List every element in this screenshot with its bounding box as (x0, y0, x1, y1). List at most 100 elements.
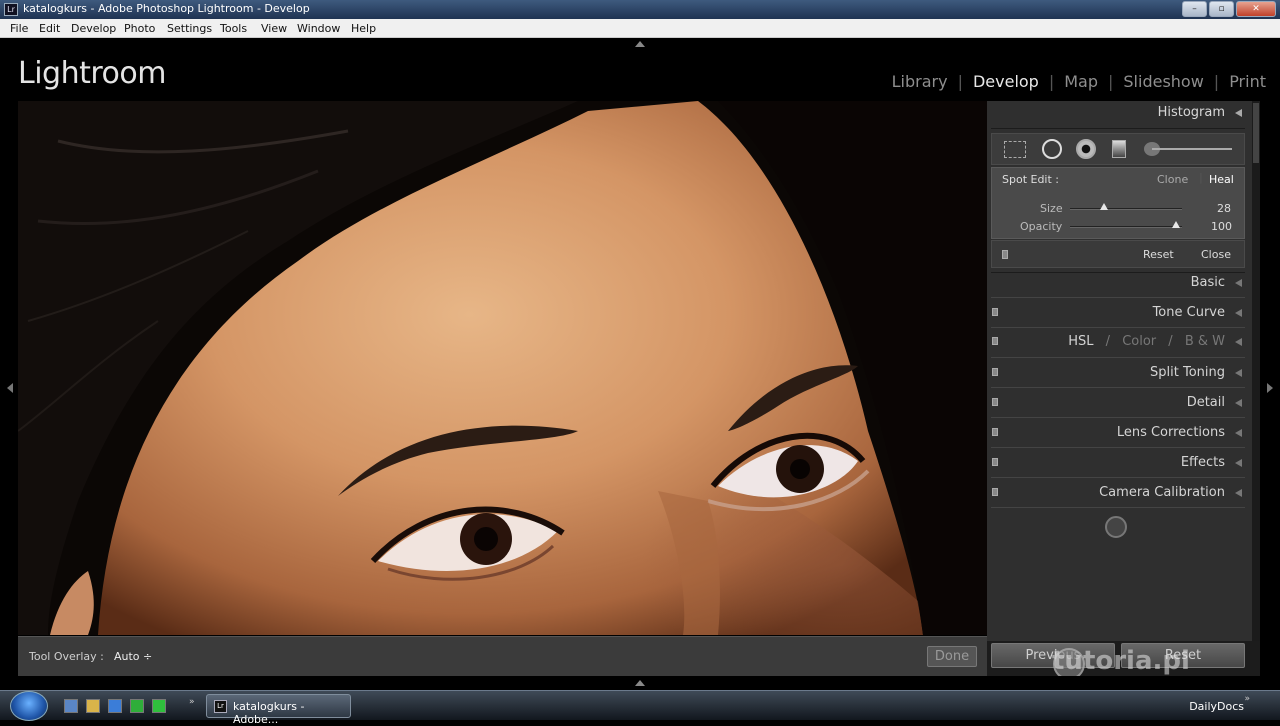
opacity-slider-track[interactable] (1070, 226, 1182, 228)
done-button[interactable]: Done (927, 646, 977, 667)
quicklaunch-more-icon[interactable]: » (189, 697, 195, 707)
panel-basic[interactable]: Basic (987, 270, 1252, 298)
size-label: Size (1040, 202, 1063, 215)
histogram-label: Histogram (1157, 105, 1225, 120)
tool-overlay-label: Tool Overlay : (29, 650, 104, 663)
panel-collapse-icon (1235, 108, 1242, 117)
panel-tone-curve[interactable]: Tone Curve (987, 300, 1252, 328)
red-eye-tool-icon[interactable] (1076, 139, 1096, 159)
bw-tab[interactable]: B & W (1185, 334, 1225, 349)
right-panel: Histogram Spot Edit : Clone | Heal Size … (987, 101, 1252, 641)
lightroom-app-icon: Lr (4, 3, 18, 16)
opacity-value[interactable]: 100 (1211, 220, 1232, 233)
panel-toggle-switch[interactable] (992, 428, 998, 436)
menu-tools[interactable]: Tools (220, 22, 247, 35)
menu-window[interactable]: Window (297, 22, 340, 35)
module-library[interactable]: Library (892, 72, 948, 91)
panel-toggle-switch[interactable] (992, 458, 998, 466)
menu-view[interactable]: View (261, 22, 287, 35)
tray-dailydocs[interactable]: DailyDocs (1189, 700, 1244, 713)
windows-taskbar: » Lr katalogkurs - Adobe... DailyDocs » (0, 690, 1280, 726)
start-button[interactable] (10, 691, 48, 721)
module-develop[interactable]: Develop (973, 72, 1039, 91)
heal-mode-button[interactable]: Heal (1209, 173, 1234, 186)
tool-overlay-select[interactable]: Auto ÷ (114, 650, 152, 663)
expand-filmstrip-icon[interactable] (635, 680, 645, 686)
close-window-button[interactable]: ✕ (1236, 1, 1276, 17)
photo-canvas[interactable] (18, 101, 987, 635)
module-print[interactable]: Print (1229, 72, 1266, 91)
window-title: katalogkurs - Adobe Photoshop Lightroom … (23, 2, 310, 15)
spot-removal-tool-icon[interactable] (1042, 139, 1062, 159)
collapse-left-panel-icon[interactable] (7, 383, 13, 393)
graduated-filter-icon[interactable] (1112, 140, 1126, 158)
word-icon[interactable] (108, 699, 122, 713)
tool-toggle-switch[interactable] (1002, 250, 1008, 259)
panel-split-toning[interactable]: Split Toning (987, 360, 1252, 388)
panel-lens-corrections[interactable]: Lens Corrections (987, 420, 1252, 448)
clone-mode-button[interactable]: Clone (1157, 173, 1188, 186)
module-map[interactable]: Map (1064, 72, 1098, 91)
panel-toggle-switch[interactable] (992, 488, 998, 496)
menu-help[interactable]: Help (351, 22, 376, 35)
panel-toggle-switch[interactable] (992, 337, 998, 345)
filmstrip-collapsed (0, 676, 1280, 690)
panel-collapse-icon (1235, 368, 1242, 377)
opacity-slider-knob[interactable] (1172, 221, 1181, 228)
panel-tone-curve-label: Tone Curve (1152, 305, 1225, 320)
crop-tool-icon[interactable] (1004, 141, 1026, 158)
panel-collapse-icon (1235, 337, 1242, 346)
spot-reset-button[interactable]: Reset (1143, 248, 1174, 261)
panel-effects[interactable]: Effects (987, 450, 1252, 478)
menu-edit[interactable]: Edit (39, 22, 60, 35)
panel-collapse-icon (1235, 488, 1242, 497)
panel-collapse-icon (1235, 308, 1242, 317)
panel-toggle-switch[interactable] (992, 398, 998, 406)
collapse-right-panel-icon[interactable] (1267, 383, 1273, 393)
spot-edit-footer: Reset Close (991, 240, 1245, 268)
scrollbar-thumb[interactable] (1253, 103, 1259, 163)
size-slider-knob[interactable] (1099, 203, 1108, 210)
menu-photo[interactable]: Photo (124, 22, 155, 35)
size-slider-track[interactable] (1070, 208, 1182, 210)
spot-close-button[interactable]: Close (1201, 248, 1231, 261)
module-header: Lightroom Library | Develop | Map | Slid… (0, 38, 1280, 101)
taskbar-item-lightroom[interactable]: Lr katalogkurs - Adobe... (206, 694, 351, 726)
portrait-photo (18, 101, 987, 635)
menu-file[interactable]: File (10, 22, 28, 35)
explorer-icon[interactable] (86, 699, 100, 713)
right-panel-scrollbar[interactable] (1252, 101, 1260, 641)
chat-app-icon[interactable] (152, 699, 166, 713)
panel-collapse-icon (1235, 428, 1242, 437)
collapse-top-panel-icon[interactable] (635, 41, 645, 47)
color-tab[interactable]: Color (1122, 334, 1156, 349)
panel-split-toning-label: Split Toning (1150, 365, 1225, 380)
tray-expand-icon[interactable]: » (1244, 694, 1250, 704)
panel-collapse-icon (1235, 398, 1242, 407)
opacity-label: Opacity (1020, 220, 1063, 233)
panel-toggle-switch[interactable] (992, 308, 998, 316)
minimize-button[interactable]: – (1182, 1, 1207, 17)
green-app-icon[interactable] (130, 699, 144, 713)
panel-hsl[interactable]: HSL / Color / B & W (987, 329, 1252, 357)
panel-detail[interactable]: Detail (987, 390, 1252, 418)
hsl-tab[interactable]: HSL (1068, 334, 1093, 349)
menu-settings[interactable]: Settings (167, 22, 212, 35)
lightroom-logo: Lightroom (18, 56, 166, 91)
maximize-button[interactable]: ▫ (1209, 1, 1234, 17)
panel-collapse-icon (1235, 278, 1242, 287)
module-slideshow[interactable]: Slideshow (1123, 72, 1203, 91)
menu-develop[interactable]: Develop (71, 22, 116, 35)
brush-slider-line (1152, 148, 1232, 150)
taskbar-item-label: katalogkurs - Adobe... (233, 700, 305, 726)
panel-camera-calibration-label: Camera Calibration (1099, 485, 1225, 500)
watermark-text: tutoria.pl (1052, 646, 1190, 676)
panel-collapse-icon (1235, 458, 1242, 467)
panel-toggle-switch[interactable] (992, 368, 998, 376)
lightroom-task-icon: Lr (214, 700, 227, 713)
size-value[interactable]: 28 (1217, 202, 1231, 215)
tool-strip (991, 133, 1245, 165)
panel-camera-calibration[interactable]: Camera Calibration (987, 480, 1252, 508)
show-desktop-icon[interactable] (64, 699, 78, 713)
histogram-header[interactable]: Histogram (1158, 105, 1242, 120)
